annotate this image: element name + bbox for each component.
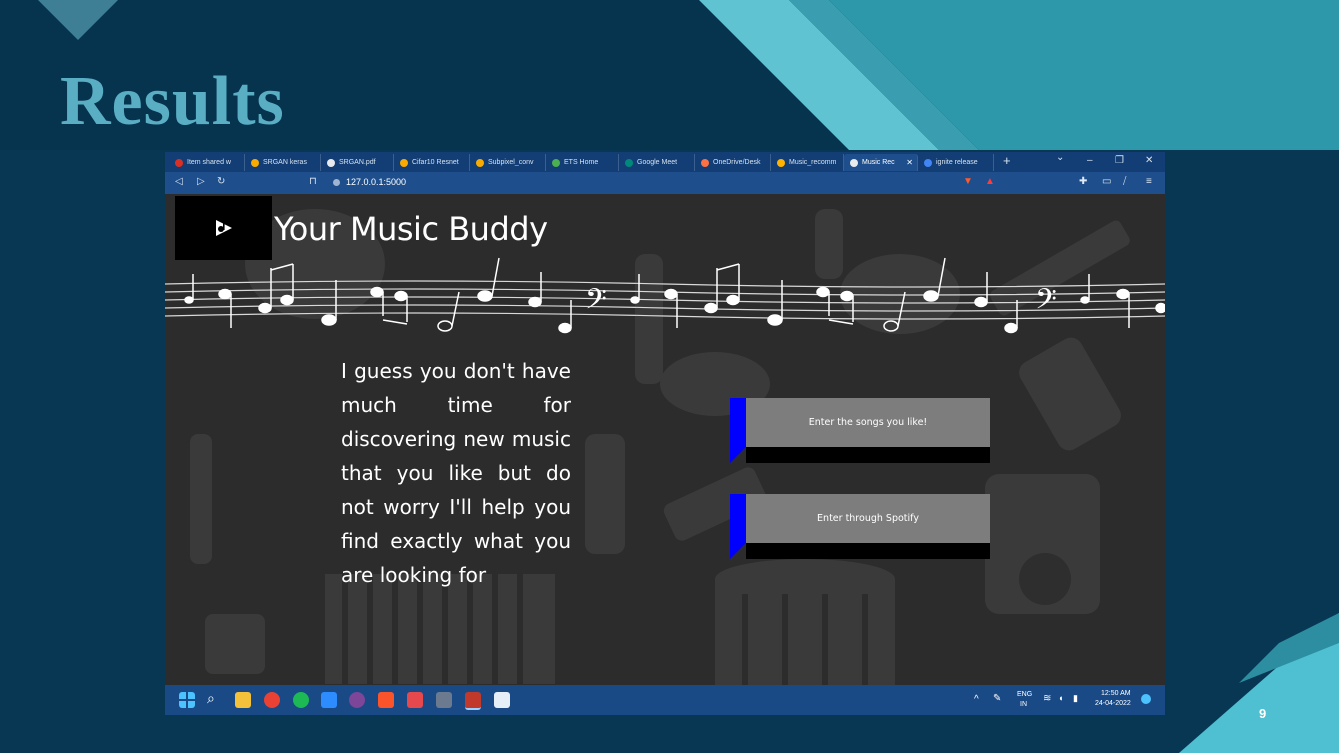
forward-icon[interactable]: ▷ <box>197 176 205 187</box>
brave-shield-icon[interactable]: ▼ <box>963 176 973 187</box>
play-music-icon <box>215 220 232 236</box>
tab-label: Music Rec <box>862 159 895 166</box>
wallet-icon[interactable]: ▭ <box>1102 176 1111 187</box>
svg-text:𝄢: 𝄢 <box>585 283 607 323</box>
notification-icon[interactable] <box>1141 694 1151 704</box>
enter-spotify-button[interactable]: Enter through Spotify <box>730 494 990 559</box>
browser-tab[interactable]: ignite release <box>918 154 994 171</box>
brave-rewards-icon[interactable]: ▲ <box>985 176 995 187</box>
ets-icon <box>552 158 560 167</box>
vpn-icon[interactable]: ⧸ <box>1123 176 1126 187</box>
tab-label: OneDrive/Desk <box>713 159 761 166</box>
tab-label: ETS Home <box>564 159 599 166</box>
tab-label: Google Meet <box>637 159 678 166</box>
browser-tab[interactable]: SRGAN keras <box>245 154 321 171</box>
browser-tab[interactable]: Item shared w <box>169 154 245 171</box>
bookmark-icon[interactable]: ⊓ <box>309 176 317 187</box>
wifi-icon[interactable]: ≋ <box>1043 693 1051 704</box>
browser-tab[interactable]: Subpixel_conv <box>470 154 546 171</box>
browser-tab[interactable]: Music_recomm <box>771 154 844 171</box>
google-icon <box>924 158 932 167</box>
reload-icon[interactable]: ↻ <box>217 176 225 187</box>
meet-icon <box>625 158 633 167</box>
app-title: Your Music Buddy <box>274 210 548 248</box>
enter-songs-label: Enter the songs you like! <box>746 398 990 447</box>
brave-nightly-icon[interactable] <box>465 692 481 710</box>
minimize-button[interactable]: – <box>1087 155 1093 166</box>
clock-date[interactable]: 24-04-2022 <box>1095 700 1131 707</box>
colab-icon <box>251 158 259 167</box>
tab-label: Subpixel_conv <box>488 159 534 166</box>
tab-search-button[interactable]: ⌄ <box>1056 152 1064 163</box>
enter-spotify-label: Enter through Spotify <box>746 494 990 543</box>
tab-label: SRGAN.pdf <box>339 159 376 166</box>
zoom-icon[interactable] <box>321 692 337 708</box>
search-icon[interactable]: ⌕ <box>207 690 223 706</box>
button-side-accent <box>730 494 746 559</box>
slide-title: Results <box>60 63 285 140</box>
svg-text:𝄢: 𝄢 <box>1035 283 1057 323</box>
app-icon[interactable] <box>436 692 452 708</box>
slide-number: 9 <box>1259 706 1267 721</box>
browser-tab[interactable]: Google Meet <box>619 154 695 171</box>
url-text: 127.0.0.1:5000 <box>346 177 407 187</box>
music-staff-banner: 𝄢 𝄢 <box>165 257 1165 334</box>
pen-icon[interactable]: ✎ <box>993 693 1001 704</box>
close-window-button[interactable]: ✕ <box>1145 155 1153 166</box>
tab-label: Music_recomm <box>789 159 837 166</box>
web-page: Your Music Buddy 𝄢 𝄢 I guess you don't h… <box>165 194 1165 685</box>
onedrive-icon <box>701 158 709 167</box>
address-bar: ◁ ▷ ↻ ⊓ 127.0.0.1:5000 ▼ ▲ ✚ ▭ ⧸ ≡ <box>165 172 1165 194</box>
url-field[interactable]: 127.0.0.1:5000 <box>333 177 406 187</box>
jupyter-icon <box>777 158 785 167</box>
file-explorer-icon[interactable] <box>235 692 251 708</box>
volume-icon[interactable]: ◖ <box>1058 693 1063 703</box>
browser-tab[interactable]: ETS Home <box>546 154 619 171</box>
globe-icon <box>327 158 335 167</box>
new-tab-button[interactable]: + <box>1003 153 1011 168</box>
colab-icon <box>400 158 408 167</box>
tab-label: ignite release <box>936 159 978 166</box>
close-tab-icon[interactable]: ✕ <box>906 158 913 167</box>
slide-decoration-bottom-right <box>1179 613 1339 753</box>
spotify-icon[interactable] <box>293 692 309 708</box>
tor-browser-icon[interactable] <box>349 692 365 708</box>
intro-paragraph: I guess you don't have much time for dis… <box>341 359 571 587</box>
windows-start-icon[interactable] <box>179 692 195 708</box>
language-top[interactable]: ENG <box>1017 691 1032 698</box>
button-shadow <box>746 543 990 559</box>
gmail-icon <box>175 158 183 167</box>
back-icon[interactable]: ◁ <box>175 176 183 187</box>
globe-icon <box>850 158 858 167</box>
notepad-icon[interactable] <box>494 692 510 708</box>
app-logo <box>175 196 272 260</box>
chrome-icon[interactable] <box>264 692 280 708</box>
browser-tab-active[interactable]: Music Rec ✕ <box>844 154 918 171</box>
browser-tab[interactable]: Cifar10 Resnet <box>394 154 470 171</box>
tab-label: Cifar10 Resnet <box>412 159 459 166</box>
tab-label: SRGAN keras <box>263 159 307 166</box>
language-bottom: IN <box>1020 701 1027 708</box>
extensions-icon[interactable]: ✚ <box>1079 176 1087 187</box>
show-hidden-icons[interactable]: ^ <box>974 694 979 705</box>
enter-songs-button[interactable]: Enter the songs you like! <box>730 398 990 463</box>
tab-label: Item shared w <box>187 159 231 166</box>
button-shadow <box>746 447 990 463</box>
brave-icon[interactable] <box>378 692 394 708</box>
site-info-icon[interactable] <box>333 179 340 186</box>
browser-tab[interactable]: SRGAN.pdf <box>321 154 394 171</box>
clock-time[interactable]: 12:50 AM <box>1101 690 1131 697</box>
maximize-button[interactable]: ❐ <box>1115 155 1124 166</box>
tab-bar: Item shared w SRGAN keras SRGAN.pdf Cifa… <box>165 152 1165 172</box>
button-side-accent <box>730 398 746 463</box>
colab-icon <box>476 158 484 167</box>
browser-screenshot: Item shared w SRGAN keras SRGAN.pdf Cifa… <box>165 152 1165 715</box>
browser-tab[interactable]: OneDrive/Desk <box>695 154 771 171</box>
menu-icon[interactable]: ≡ <box>1146 176 1152 187</box>
slide-decoration-top-left <box>38 0 118 40</box>
windows-taskbar: ⌕ ^ ✎ ENG IN ≋ ◖ ▮ 12:50 AM 24-04-2022 <box>165 685 1165 715</box>
battery-icon[interactable]: ▮ <box>1073 693 1078 704</box>
brave-beta-icon[interactable] <box>407 692 423 708</box>
slide-decoration-top-right <box>699 0 1339 150</box>
